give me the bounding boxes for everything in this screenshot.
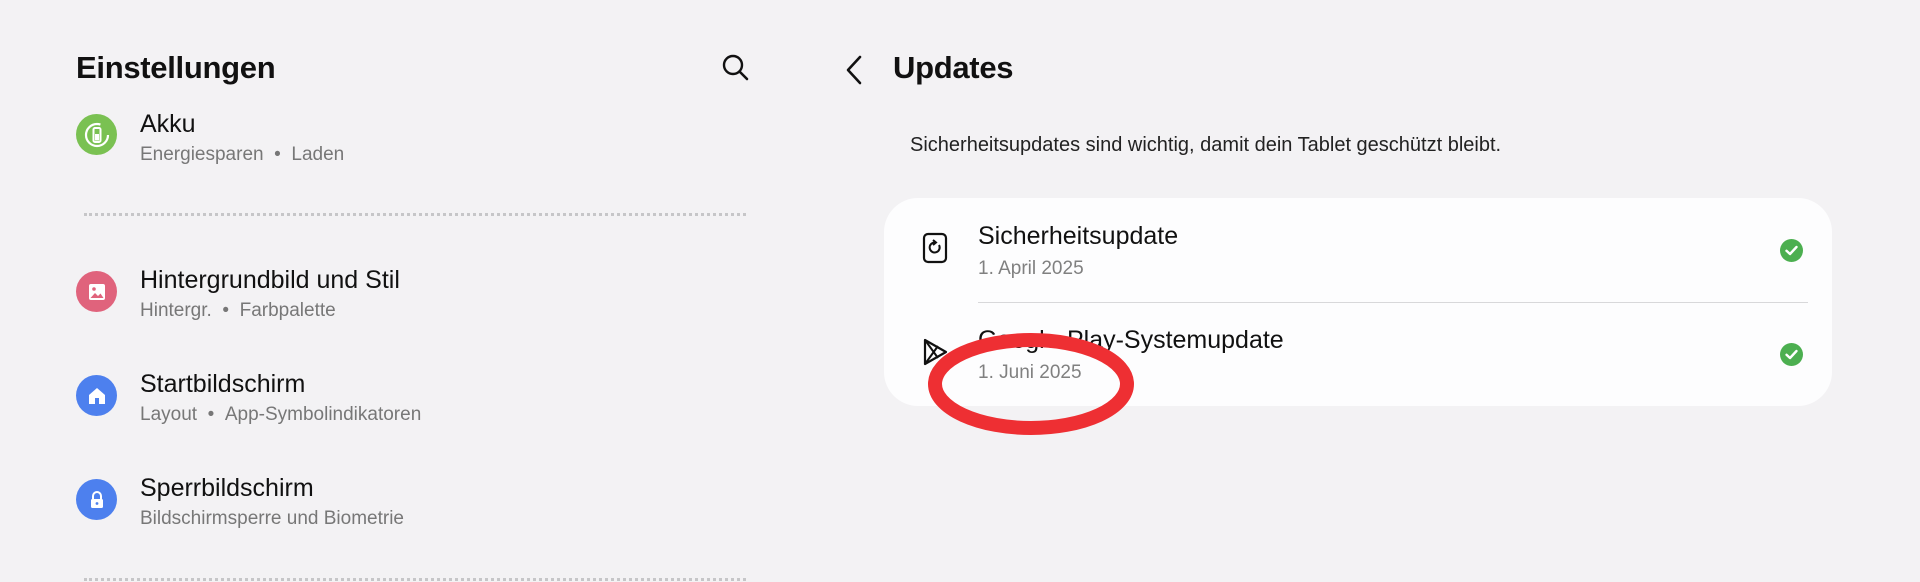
check-icon bbox=[1780, 239, 1803, 262]
update-date: 1. Juni 2025 bbox=[978, 362, 1082, 383]
settings-item-subtitle: Hintergr. • Farbpalette bbox=[140, 300, 336, 321]
google-play-icon bbox=[920, 335, 950, 369]
settings-item-wallpaper[interactable]: Hintergrundbild und Stil Hintergr. • Far… bbox=[76, 266, 766, 346]
update-title: Sicherheitsupdate bbox=[978, 222, 1179, 250]
battery-icon bbox=[76, 114, 117, 155]
settings-item-title: Akku bbox=[140, 110, 196, 138]
settings-item-home-screen[interactable]: Startbildschirm Layout • App-Symbolindik… bbox=[76, 370, 766, 450]
settings-item-lock-screen[interactable]: Sperrbildschirm Bildschirmsperre und Bio… bbox=[76, 474, 766, 554]
settings-item-akku[interactable]: Akku Energiesparen • Laden bbox=[76, 110, 766, 190]
back-button[interactable] bbox=[840, 52, 870, 88]
page-title: Updates bbox=[893, 50, 1014, 85]
search-icon bbox=[722, 54, 749, 81]
update-row-security[interactable]: Sicherheitsupdate 1. April 2025 bbox=[884, 198, 1832, 303]
section-divider bbox=[84, 578, 746, 581]
settings-item-subtitle: Layout • App-Symbolindikatoren bbox=[140, 404, 422, 425]
settings-title: Einstellungen bbox=[76, 50, 276, 85]
settings-item-title: Sperrbildschirm bbox=[140, 474, 314, 502]
section-divider bbox=[84, 213, 746, 216]
settings-item-title: Startbildschirm bbox=[140, 370, 306, 398]
updates-detail-pane: Updates Sicherheitsupdates sind wichtig,… bbox=[790, 0, 1920, 582]
settings-item-subtitle: Bildschirmsperre und Biometrie bbox=[140, 508, 404, 529]
check-icon bbox=[1780, 343, 1803, 366]
updates-card: Sicherheitsupdate 1. April 2025 Google-P… bbox=[884, 198, 1832, 406]
search-button[interactable] bbox=[720, 52, 752, 84]
chevron-left-icon bbox=[846, 55, 862, 85]
lock-icon bbox=[76, 479, 117, 520]
image-icon bbox=[76, 271, 117, 312]
update-date: 1. April 2025 bbox=[978, 258, 1084, 279]
update-title: Google-Play-Systemupdate bbox=[978, 326, 1284, 354]
info-text: Sicherheitsupdates sind wichtig, damit d… bbox=[910, 134, 1502, 156]
update-row-google-play[interactable]: Google-Play-Systemupdate 1. Juni 2025 bbox=[884, 302, 1832, 406]
settings-list-pane: Einstellungen Akku Energiesparen • Laden bbox=[0, 0, 790, 582]
settings-item-subtitle: Energiesparen • Laden bbox=[140, 144, 345, 165]
settings-item-title: Hintergrundbild und Stil bbox=[140, 266, 400, 294]
home-icon bbox=[76, 375, 117, 416]
security-update-icon bbox=[920, 231, 950, 265]
